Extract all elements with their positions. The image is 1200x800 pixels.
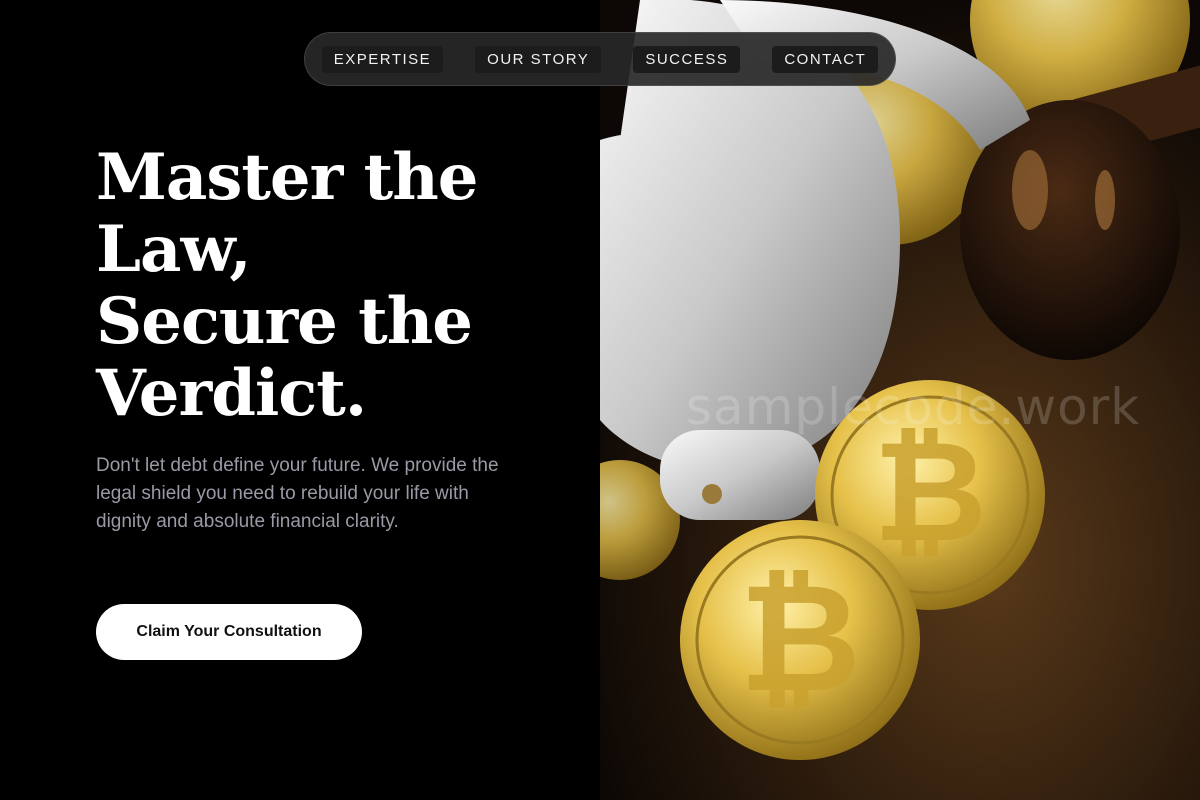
nav-expertise[interactable]: EXPERTISE <box>321 45 444 73</box>
hero-left-panel: Master the Law, Secure the Verdict. Don'… <box>0 0 600 800</box>
svg-text:₿: ₿ <box>739 552 861 726</box>
hero-photo: ₿ ₿ <box>600 0 1200 800</box>
headline-line-2: Law, <box>96 212 252 287</box>
crypto-handcuffs-photo: ₿ ₿ <box>600 0 1200 800</box>
headline-line-4: Verdict. <box>96 356 367 431</box>
hero-subtext: Don't let debt define your future. We pr… <box>96 455 499 532</box>
nav-our-story[interactable]: OUR STORY <box>475 45 602 73</box>
nav-success[interactable]: SUCCESS <box>633 45 741 73</box>
headline-line-1: Master the <box>96 140 478 215</box>
svg-text:₿: ₿ <box>873 411 987 574</box>
headline-line-3: Secure the <box>96 284 473 359</box>
nav-contact[interactable]: CONTACT <box>772 45 879 73</box>
hero-headline: Master the Law, Secure the Verdict. <box>96 142 576 430</box>
claim-consultation-button[interactable]: Claim Your Consultation <box>96 604 362 660</box>
top-navigation: EXPERTISE OUR STORY SUCCESS CONTACT <box>304 32 896 86</box>
